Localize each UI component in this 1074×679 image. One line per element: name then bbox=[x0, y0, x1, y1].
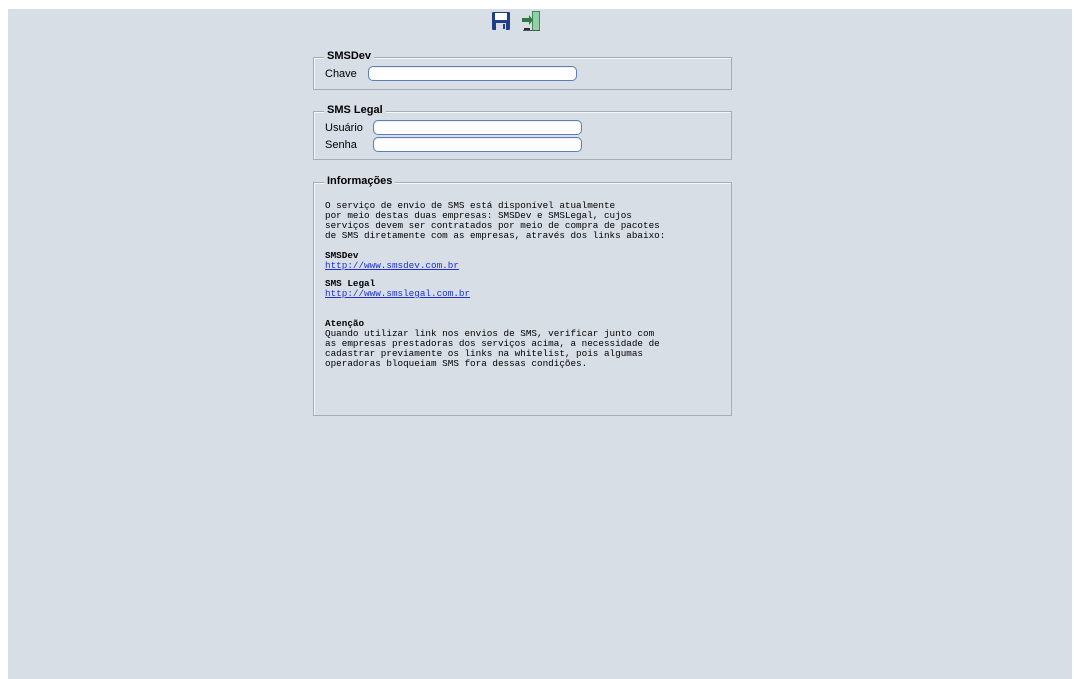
usuario-input[interactable] bbox=[373, 120, 582, 135]
info-legend: Informações bbox=[324, 174, 396, 188]
smslegal-legend: SMS Legal bbox=[324, 103, 386, 117]
chave-label: Chave bbox=[325, 67, 357, 80]
smslegal-fieldset: SMS Legal Usuário Senha bbox=[313, 103, 732, 160]
toolbar bbox=[490, 9, 542, 33]
smslegal-link[interactable]: http://www.smslegal.com.br bbox=[325, 288, 470, 299]
smsdev-legend: SMSDev bbox=[324, 49, 375, 63]
atencao-line: operadoras bloqueiam SMS fora dessas con… bbox=[325, 358, 588, 369]
chave-input[interactable] bbox=[368, 66, 577, 81]
senha-label: Senha bbox=[325, 138, 357, 151]
app-window: SMSDev Chave SMS Legal Usuário Senha Inf… bbox=[8, 9, 1072, 679]
info-intro-line: de SMS diretamente com as empresas, atra… bbox=[325, 230, 666, 241]
senha-input[interactable] bbox=[373, 137, 582, 152]
smsdev-link[interactable]: http://www.smsdev.com.br bbox=[325, 260, 459, 271]
info-body: O serviço de envio de SMS está disponíve… bbox=[325, 201, 725, 369]
info-fieldset: Informações O serviço de envio de SMS es… bbox=[313, 174, 732, 416]
exit-door-icon[interactable] bbox=[520, 10, 542, 32]
floppy-disk-icon[interactable] bbox=[490, 10, 512, 32]
usuario-label: Usuário bbox=[325, 121, 363, 134]
smsdev-fieldset: SMSDev Chave bbox=[313, 49, 732, 90]
